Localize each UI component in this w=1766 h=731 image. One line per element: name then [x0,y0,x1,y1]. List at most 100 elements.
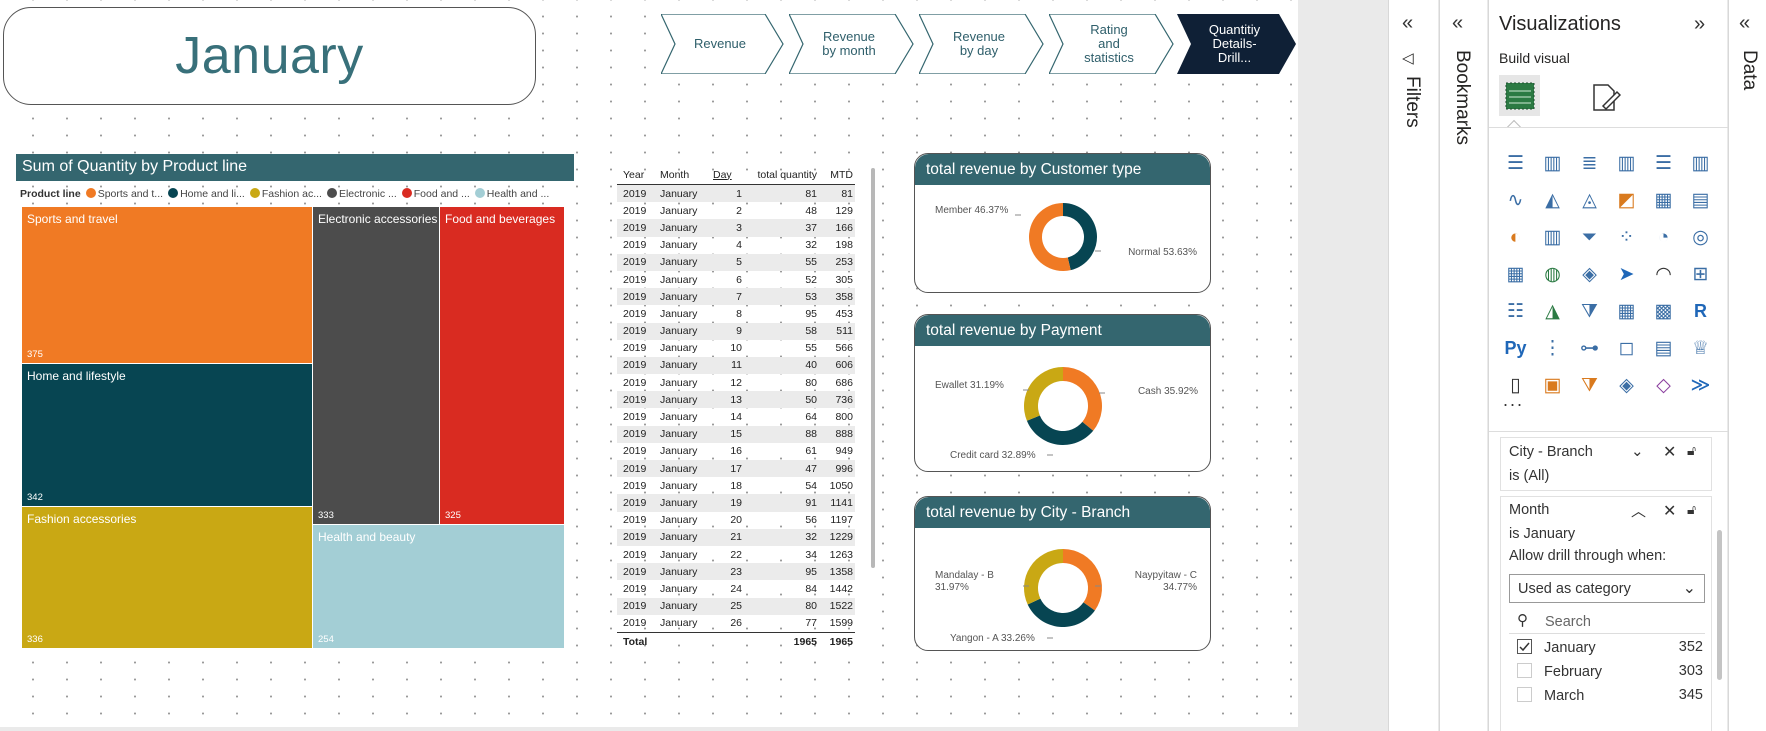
treemap-tile-fashion-accessories[interactable]: Fashion accessories 336 [22,507,312,648]
bookmarks-pane-label[interactable]: Bookmarks [1451,50,1473,145]
stacked-column-icon[interactable]: ▥ [1534,145,1571,182]
collapse-visualizations-icon[interactable]: » [1694,13,1705,36]
trophy-icon[interactable]: ♕ [1682,330,1719,367]
matrix-icon[interactable]: ▩ [1645,293,1682,330]
treemap-tile-home-and-lifestyle[interactable]: Home and lifestyle 342 [22,364,312,506]
legend-item[interactable]: Sports and t... [85,188,163,202]
legend-item[interactable]: Food and ... [401,188,470,202]
filled-map-icon[interactable]: ◈ [1571,256,1608,293]
azure-map-icon[interactable]: ➤ [1608,256,1645,293]
nav-button-quantity-details[interactable]: Quantitiy Details- Drill... [1177,14,1298,74]
filter-card-month[interactable]: Month ︿ ✕ 🔓︎ is January Allow drill thro… [1500,496,1712,731]
filter-option-march[interactable]: March 345 [1517,687,1703,707]
100-bar-icon[interactable]: ☰ [1645,145,1682,182]
kpi-icon[interactable]: ◮ [1534,293,1571,330]
data-pane-collapsed[interactable]: « Data [1728,0,1766,731]
lock-icon[interactable]: 🔓︎ [1687,501,1696,518]
chevron-down-icon[interactable]: ⌄ [1631,442,1644,460]
table-icon[interactable]: ▦ [1608,293,1645,330]
map-icon[interactable]: ◍ [1534,256,1571,293]
chevron-up-icon[interactable]: ︿ [1631,500,1646,521]
expand-data-icon[interactable]: « [1739,12,1750,35]
waterfall-icon[interactable]: ▤ [1682,182,1719,219]
slicer-new-icon[interactable]: ⧩ [1571,367,1608,404]
checkbox-checked[interactable] [1517,639,1532,654]
checkbox[interactable] [1517,663,1532,678]
ribbon-icon[interactable]: ▦ [1645,182,1682,219]
card-icon[interactable]: ⊞ [1682,256,1719,293]
filter-option-january[interactable]: January 352 [1517,639,1703,659]
filter-scrollbar[interactable] [1717,530,1722,680]
lock-icon[interactable]: 🔓︎ [1687,442,1696,459]
column-header-year[interactable]: Year [617,169,652,181]
stacked-area-icon[interactable]: ◬ [1571,182,1608,219]
qa-icon[interactable]: ◻ [1608,330,1645,367]
column-header-month[interactable]: Month [652,169,702,181]
multirow-card-icon[interactable]: ☷ [1497,293,1534,330]
slicer-icon[interactable]: ⧩ [1571,293,1608,330]
more-visuals-button[interactable]: ... [1503,390,1524,411]
filter-search[interactable]: ⚲ Search [1509,610,1705,634]
line-icon[interactable]: ∿ [1497,182,1534,219]
drill-through-dropdown[interactable]: Used as category ⌄ [1509,574,1705,603]
key-influencers-icon[interactable]: ⋮ [1534,330,1571,367]
narrative-icon[interactable]: ▤ [1645,330,1682,367]
nav-button-revenue-by-day[interactable]: Revenue by day [919,14,1045,74]
build-visual-tab[interactable] [1499,75,1540,116]
donut-slice-mandalay-b[interactable] [1024,549,1063,605]
clustered-column-icon[interactable]: ▥ [1608,145,1645,182]
power-automate-icon[interactable]: ≫ [1682,367,1719,404]
treemap-tile-food-and-beverages[interactable]: Food and beverages 325 [440,207,564,524]
treemap-icon[interactable]: ▦ [1497,256,1534,293]
card-new-icon[interactable]: ▣ [1534,367,1571,404]
format-visual-tab[interactable] [1584,77,1625,118]
expand-bookmarks-icon[interactable]: « [1452,12,1463,35]
bookmarks-pane-collapsed[interactable]: « Bookmarks [1439,0,1487,731]
stacked-bar-icon[interactable]: ☰ [1497,145,1534,182]
nav-button-revenue[interactable]: Revenue [661,14,785,74]
funnel-icon[interactable]: ⏷ [1571,219,1608,256]
donut-icon[interactable]: ◎ [1682,219,1719,256]
gauge-icon[interactable]: ◠ [1645,256,1682,293]
search-input[interactable]: Search [1545,614,1591,630]
clustered-bar-icon[interactable]: ≣ [1571,145,1608,182]
clear-filter-icon[interactable]: ✕ [1663,501,1676,521]
donut-slice-credit-card[interactable] [1026,415,1094,445]
expand-filters-icon[interactable]: « [1402,12,1413,35]
legend-item[interactable]: Health and ... [474,188,549,202]
clear-filter-icon[interactable]: ✕ [1663,442,1676,462]
checkbox[interactable] [1517,687,1532,702]
donut-slice-ewallet[interactable] [1024,367,1063,421]
table-scrollbar[interactable] [871,168,875,568]
nav-button-rating-and-statistics[interactable]: Rating and statistics [1049,14,1175,74]
column-header-day[interactable]: Day [702,169,742,181]
legend-item[interactable]: Electronic ... [326,188,397,202]
filters-pane-label[interactable]: Filters [1401,76,1423,128]
legend-item[interactable]: Fashion ac... [249,188,322,202]
scatter-dots-icon[interactable]: ⁘ [1608,219,1645,256]
python-visual-icon[interactable]: Py [1497,330,1534,367]
column-header-mtd[interactable]: MTD [817,169,855,181]
diamond-icon[interactable]: ◇ [1645,367,1682,404]
treemap-tile-electronic-accessories[interactable]: Electronic accessories 333 [313,207,439,524]
line-column-icon[interactable]: ◩ [1608,182,1645,219]
filter-card-city-branch[interactable]: City - Branch is (All) ⌄ ✕ 🔓︎ [1500,437,1712,491]
decomposition-tree-icon[interactable]: ⊶ [1571,330,1608,367]
data-pane-label[interactable]: Data [1738,50,1760,90]
treemap-tile-health-and-beauty[interactable]: Health and beauty 254 [313,525,564,648]
scatter-icon[interactable]: ◐ [1497,219,1534,256]
donut-slice-cash[interactable] [1063,367,1102,431]
filters-pane-collapsed[interactable]: « ▽ Filters [1388,0,1438,731]
donut-slice-naypyitaw-c[interactable] [1063,549,1102,611]
100-column-icon[interactable]: ▥ [1682,145,1719,182]
pie-icon[interactable]: ◔ [1645,219,1682,256]
area-icon[interactable]: ◭ [1534,182,1571,219]
power-apps-icon[interactable]: ◈ [1608,367,1645,404]
column-header-total-quantity[interactable]: total quantity [742,169,817,181]
column-alt-icon[interactable]: ▥ [1534,219,1571,256]
nav-button-revenue-by-month[interactable]: Revenue by month [789,14,915,74]
r-visual-icon[interactable]: R [1682,293,1719,330]
legend-item[interactable]: Home and li... [168,188,245,202]
treemap-tile-sports-and-travel[interactable]: Sports and travel 375 [22,207,312,363]
filter-option-february[interactable]: February 303 [1517,663,1703,683]
